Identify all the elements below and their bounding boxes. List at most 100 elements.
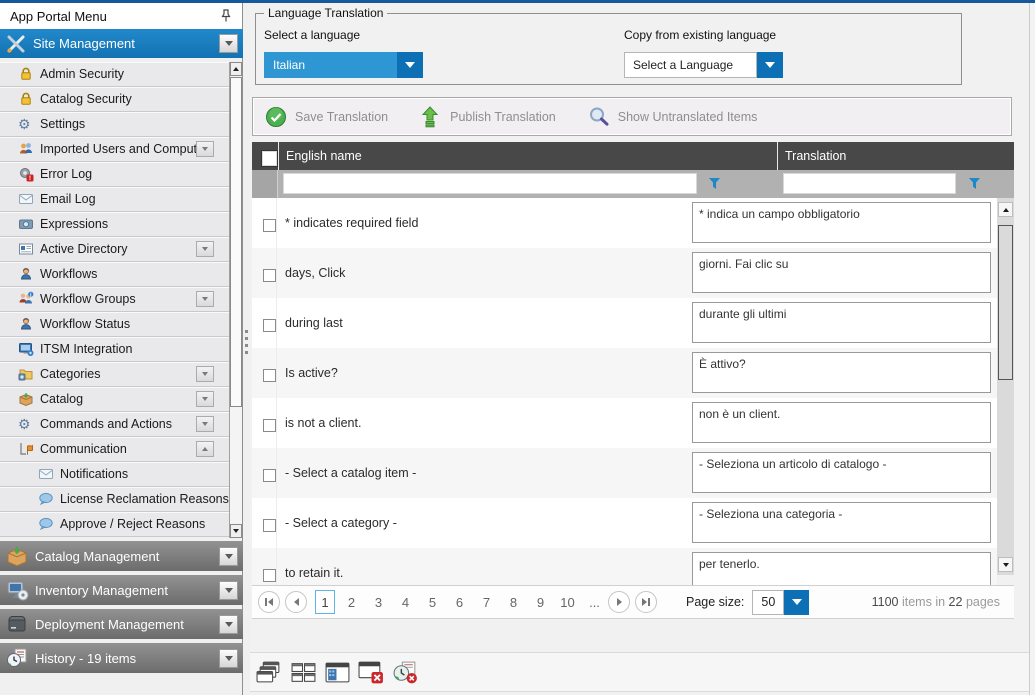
item-dropdown-button[interactable] [196, 366, 214, 382]
section-expand-button[interactable] [219, 547, 238, 566]
select-all-checkbox[interactable] [262, 151, 277, 166]
translation-filter-input[interactable] [783, 173, 956, 194]
section-expand-button[interactable] [219, 649, 238, 668]
sidebar-scrollbar[interactable] [229, 62, 242, 538]
table-row[interactable]: - Select a catalog item - - Seleziona un… [252, 448, 997, 498]
history-clear-icon[interactable] [392, 661, 419, 684]
row-checkbox[interactable] [263, 269, 276, 282]
table-row[interactable]: to retain it. per tenerlo. [252, 548, 997, 588]
sidebar-item-email-log[interactable]: Email Log [0, 187, 229, 212]
sidebar-item-admin-security[interactable]: Admin Security [0, 62, 229, 87]
scrollbar-thumb[interactable] [998, 225, 1013, 380]
sidebar-item-license-reclamation[interactable]: License Reclamation Reasons [0, 487, 229, 512]
row-checkbox[interactable] [263, 569, 276, 582]
window-cascade-icon[interactable] [256, 661, 283, 684]
item-dropdown-button[interactable] [196, 241, 214, 257]
page-size-select[interactable]: 50 [744, 590, 809, 615]
window-tile-icon[interactable] [290, 661, 317, 684]
next-page-button[interactable] [608, 591, 630, 613]
column-header-translation[interactable]: Translation [785, 142, 846, 170]
page-number-current[interactable]: 1 [315, 590, 335, 614]
row-checkbox[interactable] [263, 419, 276, 432]
sidebar-item-expressions[interactable]: Expressions [0, 212, 229, 237]
sidebar-section-catalog-management[interactable]: Catalog Management [0, 541, 243, 571]
sidebar-section-deployment-management[interactable]: Deployment Management [0, 609, 243, 639]
table-row[interactable]: is not a client. non è un client. [252, 398, 997, 448]
sidebar-section-inventory-management[interactable]: Inventory Management [0, 575, 243, 605]
chevron-down-icon[interactable] [784, 590, 809, 615]
sidebar-item-imported-users[interactable]: Imported Users and Computers [0, 137, 229, 162]
sidebar-item-error-log[interactable]: ! Error Log [0, 162, 229, 187]
sidebar-section-site-management[interactable]: Site Management [0, 29, 243, 58]
english-filter-input[interactable] [283, 173, 697, 194]
column-header-english[interactable]: English name [286, 142, 362, 170]
item-dropdown-button[interactable] [196, 141, 214, 157]
scroll-down-button[interactable] [998, 557, 1013, 572]
table-row[interactable]: days, Click giorni. Fai clic su [252, 248, 997, 298]
pin-icon[interactable] [220, 9, 232, 23]
sidebar-item-itsm-integration[interactable]: ITSM Integration [0, 337, 229, 362]
right-scrollbar[interactable] [1029, 3, 1035, 695]
translation-input[interactable]: - Seleziona un articolo di catalogo - [692, 452, 991, 493]
publish-translation-button[interactable]: Publish Translation [420, 106, 556, 128]
last-page-button[interactable] [635, 591, 657, 613]
item-dropdown-button[interactable] [196, 391, 214, 407]
language-select[interactable]: Italian [264, 52, 423, 78]
item-collapse-button[interactable] [196, 441, 214, 457]
sidebar-item-approve-reject[interactable]: Approve / Reject Reasons [0, 512, 229, 537]
table-row[interactable]: * indicates required field * indica un c… [252, 198, 997, 248]
row-checkbox[interactable] [263, 519, 276, 532]
sidebar-item-communication[interactable]: Communication [0, 437, 229, 462]
translation-input[interactable]: per tenerlo. [692, 552, 991, 588]
item-dropdown-button[interactable] [196, 291, 214, 307]
sidebar-section-history[interactable]: History - 19 items [0, 643, 243, 673]
scrollbar-thumb[interactable] [230, 77, 242, 407]
page-number[interactable]: 6 [446, 595, 473, 610]
page-number[interactable]: 8 [500, 595, 527, 610]
prev-page-button[interactable] [285, 591, 307, 613]
row-checkbox[interactable] [263, 469, 276, 482]
table-row[interactable]: during last durante gli ultimi [252, 298, 997, 348]
sidebar-item-settings[interactable]: ⚙ Settings [0, 112, 229, 137]
section-collapse-button[interactable] [219, 34, 238, 53]
sidebar-item-catalog[interactable]: Catalog [0, 387, 229, 412]
sidebar-item-workflows[interactable]: Workflows [0, 262, 229, 287]
row-checkbox[interactable] [263, 219, 276, 232]
sidebar-item-commands-actions[interactable]: ⚙ Commands and Actions [0, 412, 229, 437]
sidebar-item-workflow-status[interactable]: Workflow Status [0, 312, 229, 337]
chevron-down-icon[interactable] [757, 52, 783, 78]
page-number[interactable]: 9 [527, 595, 554, 610]
translation-input[interactable]: non è un client. [692, 402, 991, 443]
section-expand-button[interactable] [219, 615, 238, 634]
page-number[interactable]: 5 [419, 595, 446, 610]
table-row[interactable]: Is active? È attivo? [252, 348, 997, 398]
funnel-icon[interactable] [708, 177, 721, 190]
scroll-up-button[interactable] [230, 62, 242, 76]
translation-input[interactable]: * indica un campo obbligatorio [692, 202, 991, 243]
page-number[interactable]: 3 [365, 595, 392, 610]
chevron-down-icon[interactable] [397, 52, 423, 78]
page-number[interactable]: 10 [554, 595, 581, 610]
translation-input[interactable]: - Seleziona una categoria - [692, 502, 991, 543]
copy-language-select[interactable]: Select a Language [624, 52, 783, 78]
sidebar-item-active-directory[interactable]: Active Directory [0, 237, 229, 262]
sidebar-item-workflow-groups[interactable]: i Workflow Groups [0, 287, 229, 312]
show-untranslated-button[interactable]: Show Untranslated Items [588, 106, 758, 128]
sidebar-item-categories[interactable]: Categories [0, 362, 229, 387]
save-translation-button[interactable]: Save Translation [265, 106, 388, 128]
grid-scrollbar[interactable] [997, 198, 1014, 575]
table-row[interactable]: - Select a category - - Seleziona una ca… [252, 498, 997, 548]
row-checkbox[interactable] [263, 319, 276, 332]
first-page-button[interactable] [258, 591, 280, 613]
sidebar-item-notifications[interactable]: Notifications [0, 462, 229, 487]
translation-input[interactable]: giorni. Fai clic su [692, 252, 991, 293]
scroll-down-button[interactable] [230, 524, 242, 538]
page-number[interactable]: 7 [473, 595, 500, 610]
translation-input[interactable]: durante gli ultimi [692, 302, 991, 343]
page-number[interactable]: 2 [338, 595, 365, 610]
window-close-icon[interactable] [358, 661, 385, 684]
item-dropdown-button[interactable] [196, 416, 214, 432]
row-checkbox[interactable] [263, 369, 276, 382]
section-expand-button[interactable] [219, 581, 238, 600]
scroll-up-button[interactable] [998, 202, 1013, 217]
